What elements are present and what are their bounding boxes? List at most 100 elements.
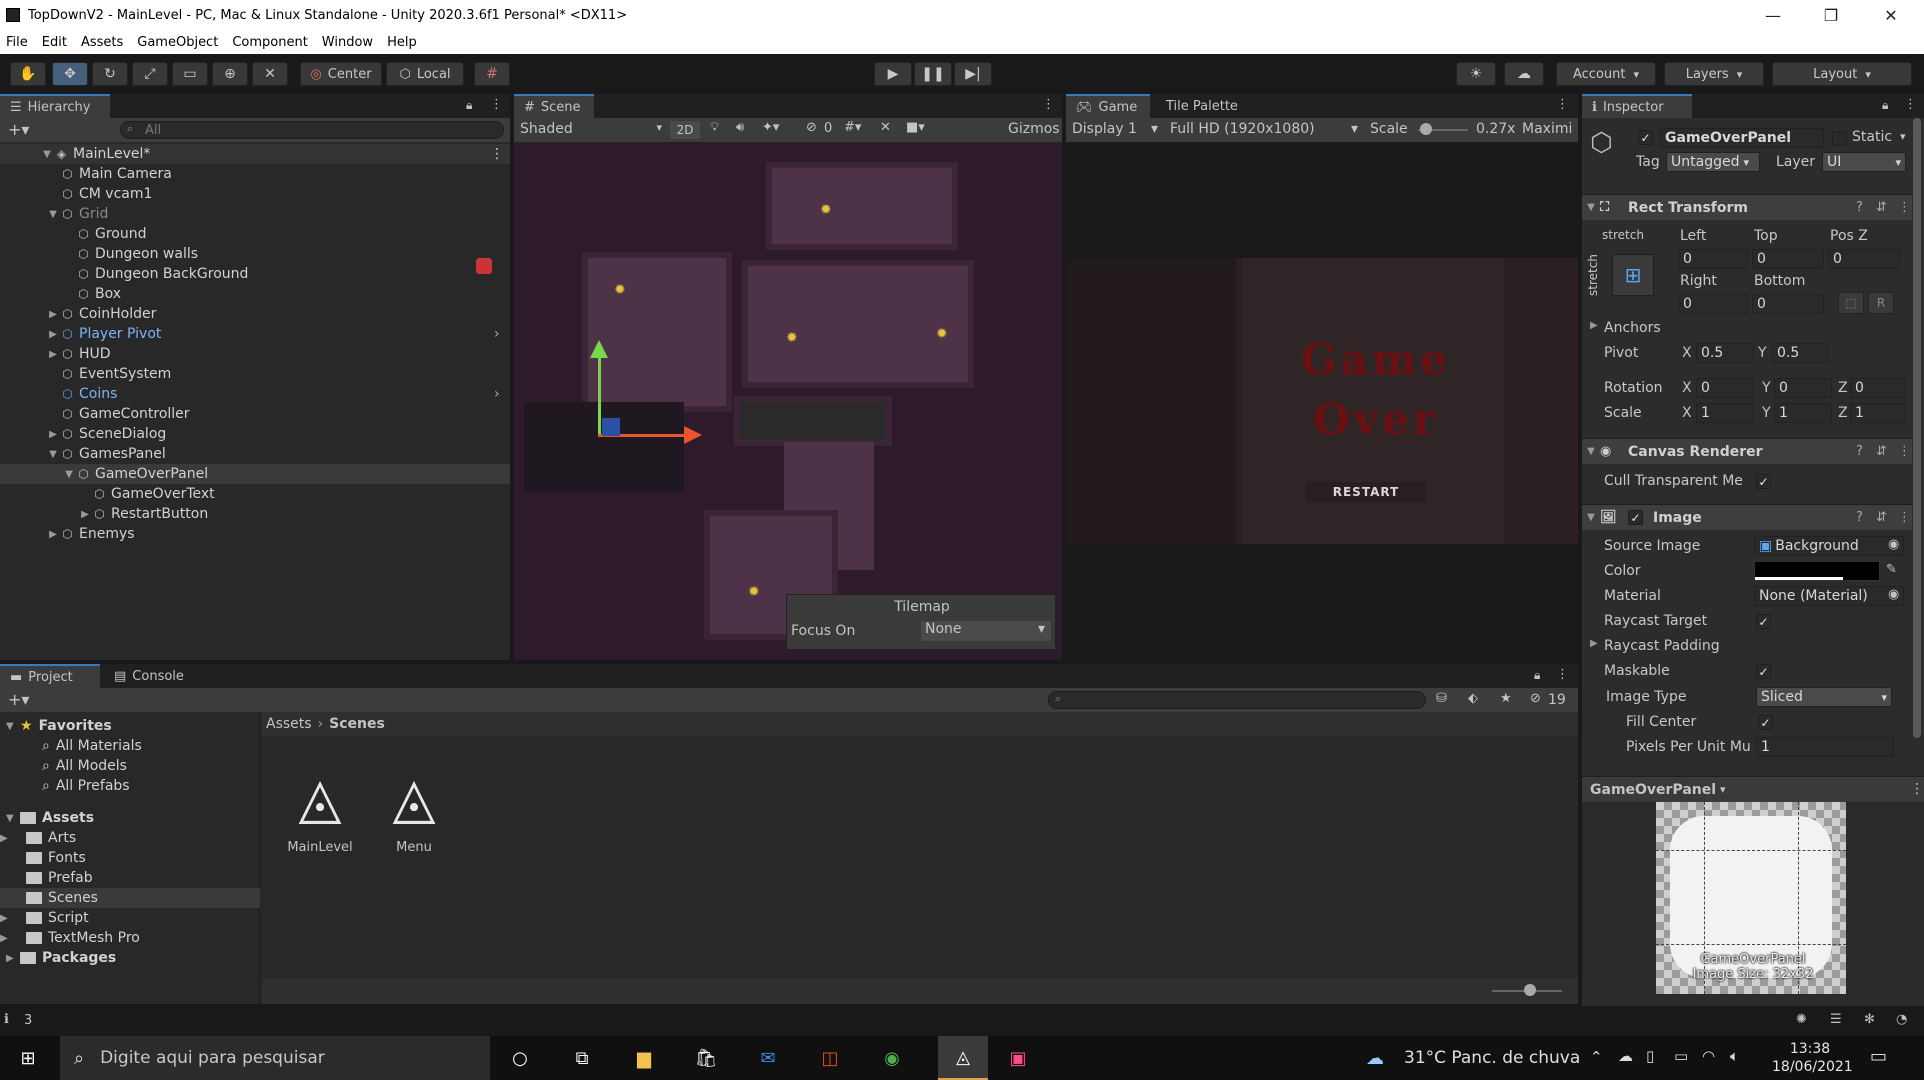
visibility-icon[interactable]: ⊘ — [806, 120, 817, 135]
mail-icon[interactable]: ✉ — [752, 1042, 784, 1074]
project-tree-item[interactable]: ⌕ All Prefabs — [0, 776, 260, 796]
gizmos-dropdown[interactable]: Gizmos — [1008, 121, 1060, 137]
hierarchy-item[interactable]: ▶ ⬡ Player Pivot › — [0, 324, 510, 344]
custom-tool-icon[interactable]: ✕ — [252, 62, 288, 86]
toggle-2d-button[interactable]: 2D — [670, 121, 700, 139]
grid-icon[interactable]: #▾ — [844, 120, 861, 135]
eyedropper-icon[interactable]: ✎ — [1886, 562, 1897, 577]
hierarchy-item[interactable]: ▶ ⬡ CoinHolder — [0, 304, 510, 324]
add-icon[interactable]: +▾ — [8, 690, 29, 709]
preset-icon[interactable]: ⇵ — [1876, 510, 1887, 525]
rider-icon[interactable]: ▣ — [1002, 1042, 1034, 1074]
favorite-star-icon[interactable]: ★ — [1500, 691, 1512, 706]
gizmo-y-axis[interactable] — [598, 352, 601, 436]
kebab-menu-icon[interactable]: ⋮ — [1910, 781, 1924, 797]
help-icon[interactable]: ? — [1856, 510, 1863, 525]
rotation-x-field[interactable]: 0 — [1696, 378, 1754, 398]
foldout-arrow-icon[interactable]: ▶ — [0, 933, 26, 944]
grid-snap-icon[interactable]: # — [474, 62, 510, 86]
file-explorer-icon[interactable]: ▆ — [628, 1042, 660, 1074]
scale-slider-thumb[interactable] — [1420, 123, 1432, 135]
tab-console[interactable]: ▤ Console — [104, 664, 204, 688]
scale-z-field[interactable]: 1 — [1850, 403, 1906, 423]
pixels-per-unit-field[interactable]: 1 — [1756, 737, 1894, 757]
hierarchy-item[interactable]: ⬡ EventSystem — [0, 364, 510, 384]
hierarchy-item[interactable]: ⬡ Dungeon walls — [0, 244, 510, 264]
scale-tool-icon[interactable]: ⤢ — [132, 62, 168, 86]
help-icon[interactable]: ? — [1856, 444, 1863, 459]
foldout-arrow-icon[interactable]: ▶ — [46, 529, 60, 540]
hierarchy-item[interactable]: ⬡ GameOverText — [0, 484, 510, 504]
hierarchy-item[interactable]: ⬡ Main Camera — [0, 164, 510, 184]
help-icon[interactable]: ? — [1856, 200, 1863, 215]
foldout-arrow-icon[interactable]: ▼ — [46, 209, 60, 220]
kebab-menu-icon[interactable]: ⋮ — [1904, 97, 1917, 112]
hand-tool-icon[interactable]: ✋ — [10, 62, 46, 86]
tab-inspector[interactable]: ℹ Inspector — [1582, 94, 1692, 118]
pause-button[interactable]: ❚❚ — [914, 62, 952, 86]
restart-button[interactable]: RESTART — [1306, 482, 1426, 502]
taskbar-search-input[interactable]: ⌕ Digite aqui para pesquisar — [60, 1036, 490, 1080]
raycast-padding-label[interactable]: Raycast Padding — [1604, 638, 1720, 654]
static-checkbox[interactable] — [1832, 131, 1847, 146]
clock[interactable]: 13:38 18/06/2021 — [1772, 1040, 1853, 1076]
account-dropdown[interactable]: Account — [1556, 62, 1656, 86]
tab-scene[interactable]: # Scene — [514, 94, 594, 118]
cortana-icon[interactable]: ○ — [504, 1042, 536, 1074]
move-tool-icon[interactable]: ✥ — [52, 62, 88, 86]
lock-icon[interactable]: 🔒︎ — [1534, 668, 1540, 683]
image-component-header[interactable]: ▼ 🖼︎ ✓ Image ? ⇵ ⋮ — [1582, 504, 1912, 530]
foldout-arrow-icon[interactable]: ▶ — [0, 833, 26, 844]
gizmo-center-handle[interactable] — [602, 418, 620, 436]
tab-game[interactable]: 🎮︎ Game — [1066, 94, 1150, 118]
project-tree-item[interactable]: ⌕ All Materials — [0, 736, 260, 756]
scale-x-field[interactable]: 1 — [1696, 403, 1754, 423]
right-field[interactable]: 0 — [1678, 294, 1748, 314]
foldout-arrow-icon[interactable]: ▶ — [0, 913, 26, 924]
tab-hierarchy[interactable]: ☰ Hierarchy — [0, 94, 110, 118]
project-tree-item[interactable]: ▶ Script — [0, 908, 260, 928]
project-search-input[interactable]: ⌕ — [1048, 691, 1426, 709]
close-button[interactable]: ✕ — [1862, 0, 1920, 30]
foldout-arrow-icon[interactable]: ▶ — [46, 429, 60, 440]
foldout-arrow-icon[interactable]: ▶ — [46, 349, 60, 360]
project-tree-item[interactable]: ⌕ All Models — [0, 756, 260, 776]
preview-header[interactable]: GameOverPanel ▾ ⋮ — [1582, 776, 1924, 802]
hidden-packages-icon[interactable]: ⊘ — [1530, 691, 1541, 706]
anchor-preset-button[interactable]: ⊞ — [1612, 254, 1654, 296]
breadcrumb-scenes[interactable]: Scenes — [329, 716, 385, 732]
onedrive-icon[interactable]: ☁ — [1618, 1047, 1633, 1065]
debug-icon[interactable]: ✺ — [1796, 1012, 1807, 1027]
menu-help[interactable]: Help — [387, 35, 417, 50]
active-checkbox[interactable]: ✓ — [1638, 130, 1653, 145]
foldout-arrow-icon[interactable]: ▼ — [62, 469, 76, 480]
scene-viewport[interactable]: ✹ ✹ ✹ ✹ ✹ Tilemap Focus On None ▾ — [514, 142, 1062, 660]
source-image-field[interactable]: ▣ Background — [1754, 536, 1904, 556]
rotation-y-field[interactable]: 0 — [1774, 378, 1832, 398]
canvas-renderer-header[interactable]: ▼ ◉ Canvas Renderer ? ⇵ ⋮ — [1582, 438, 1912, 464]
filter-by-label-icon[interactable]: ⬖ — [1468, 691, 1478, 706]
inspector-scrollbar-thumb[interactable] — [1913, 118, 1921, 738]
cull-transparent-checkbox[interactable]: ✓ — [1756, 474, 1771, 489]
hierarchy-item[interactable]: ⬡ CM vcam1 — [0, 184, 510, 204]
scene-root-row[interactable]: ▼ ◈ MainLevel* ⋮ — [0, 144, 510, 164]
asset-item[interactable]: ◬ Menu — [378, 762, 450, 862]
menu-edit[interactable]: Edit — [42, 35, 67, 50]
menu-gameobject[interactable]: GameObject — [137, 35, 218, 50]
camera-icon[interactable]: ■▾ — [906, 120, 925, 135]
notification-icon[interactable]: ▭ — [1870, 1046, 1887, 1067]
project-tree-item[interactable]: ▶ TextMesh Pro — [0, 928, 260, 948]
transform-tool-icon[interactable]: ⊕ — [212, 62, 248, 86]
kebab-menu-icon[interactable]: ⋮ — [490, 146, 504, 162]
hierarchy-item[interactable]: ▼ ⬡ GamesPanel — [0, 444, 510, 464]
image-type-dropdown[interactable]: Sliced ▾ — [1756, 687, 1892, 707]
task-view-icon[interactable]: ⧉ — [566, 1042, 598, 1074]
kebab-menu-icon[interactable]: ⋮ — [1898, 444, 1911, 459]
prefab-open-chevron-icon[interactable]: › — [494, 326, 500, 342]
rotation-z-field[interactable]: 0 — [1850, 378, 1906, 398]
layers-dropdown[interactable]: Layers — [1664, 62, 1764, 86]
kebab-menu-icon[interactable]: ⋮ — [1556, 97, 1569, 112]
anchors-fold-icon[interactable]: ▶ — [1590, 320, 1598, 331]
tray-chevron-icon[interactable]: ⌃ — [1590, 1048, 1603, 1066]
play-button[interactable]: ▶ — [874, 62, 912, 86]
